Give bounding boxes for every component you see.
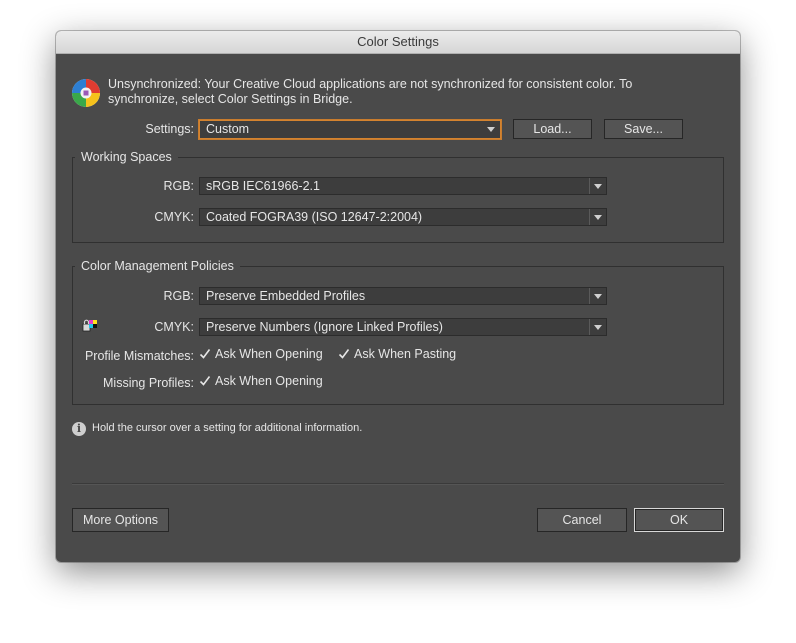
chevron-down-icon	[483, 121, 500, 137]
chevron-down-icon	[589, 319, 606, 335]
policy-cmyk-label: CMYK:	[154, 320, 194, 334]
missing-profiles-label: Missing Profiles:	[103, 376, 194, 390]
checkmark-icon	[199, 376, 211, 386]
policy-cmyk-value: Preserve Numbers (Ignore Linked Profiles…	[206, 320, 443, 334]
working-spaces-group	[72, 157, 724, 243]
more-options-button[interactable]: More Options	[72, 508, 169, 532]
missing-opening-label: Ask When Opening	[215, 374, 323, 388]
lock-color-icon	[82, 319, 98, 333]
ws-rgb-value: sRGB IEC61966-2.1	[206, 179, 320, 193]
mismatch-opening-label: Ask When Opening	[215, 347, 323, 361]
profile-mismatches-label: Profile Mismatches:	[84, 349, 194, 363]
save-button[interactable]: Save...	[604, 119, 683, 139]
ws-cmyk-value: Coated FOGRA39 (ISO 12647-2:2004)	[206, 210, 423, 224]
footer-divider	[72, 483, 724, 485]
info-hint: Hold the cursor over a setting for addit…	[92, 422, 363, 434]
mismatch-pasting-checkbox[interactable]: Ask When Pasting	[338, 347, 473, 363]
policy-cmyk-dropdown[interactable]: Preserve Numbers (Ignore Linked Profiles…	[199, 318, 607, 336]
sync-message-line1: Unsynchronized: Your Creative Cloud appl…	[108, 77, 633, 91]
mismatch-opening-checkbox[interactable]: Ask When Opening	[199, 347, 334, 363]
policy-rgb-dropdown[interactable]: Preserve Embedded Profiles	[199, 287, 607, 305]
settings-label: Settings:	[145, 122, 194, 136]
checkmark-icon	[199, 349, 211, 359]
sync-message-line2: synchronize, select Color Settings in Br…	[108, 92, 353, 106]
window-title: Color Settings	[56, 31, 740, 54]
load-button[interactable]: Load...	[513, 119, 592, 139]
ws-cmyk-label: CMYK:	[154, 210, 194, 224]
policy-rgb-label: RGB:	[163, 289, 194, 303]
missing-opening-checkbox[interactable]: Ask When Opening	[199, 374, 334, 390]
color-settings-dialog: Color Settings Unsynchronized: Your Crea…	[56, 31, 740, 562]
policies-title: Color Management Policies	[75, 259, 240, 273]
ws-rgb-dropdown[interactable]: sRGB IEC61966-2.1	[199, 177, 607, 195]
color-sync-wheel-icon	[71, 78, 101, 108]
ok-button[interactable]: OK	[634, 508, 724, 532]
sync-message: Unsynchronized: Your Creative Cloud appl…	[108, 77, 728, 107]
policy-rgb-value: Preserve Embedded Profiles	[206, 289, 366, 303]
ws-rgb-label: RGB:	[163, 179, 194, 193]
info-icon: i	[72, 422, 86, 436]
chevron-down-icon	[589, 209, 606, 225]
working-spaces-title: Working Spaces	[75, 150, 178, 164]
settings-value: Custom	[206, 122, 250, 136]
cancel-button[interactable]: Cancel	[537, 508, 627, 532]
ws-cmyk-dropdown[interactable]: Coated FOGRA39 (ISO 12647-2:2004)	[199, 208, 607, 226]
chevron-down-icon	[589, 288, 606, 304]
settings-dropdown[interactable]: Custom	[199, 120, 501, 139]
mismatch-pasting-label: Ask When Pasting	[354, 347, 457, 361]
chevron-down-icon	[589, 178, 606, 194]
checkmark-icon	[338, 349, 350, 359]
